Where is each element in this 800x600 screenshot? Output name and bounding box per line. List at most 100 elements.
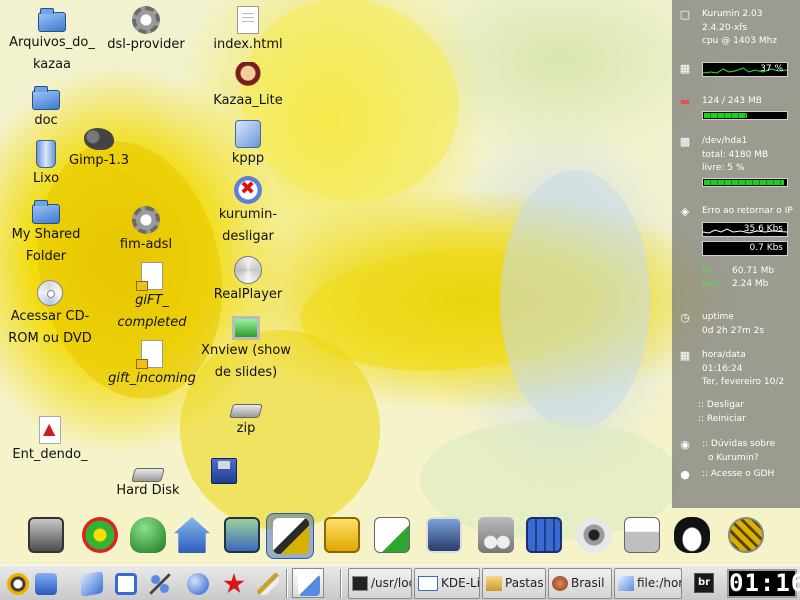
task-button-pastas[interactable]: Pastas (482, 568, 546, 599)
computer-icon (28, 517, 64, 553)
desktop-icon-realplayer[interactable]: RealPlayer (200, 256, 296, 306)
dock-video[interactable] (722, 513, 770, 559)
in-value: 60.71 Mb (732, 265, 775, 276)
kazaa-icon (235, 62, 261, 90)
calculator-icon (526, 517, 562, 553)
settings-icon (224, 517, 260, 553)
help-globe-icon: ◉ (680, 438, 690, 451)
desktop-icon-floppy[interactable] (208, 458, 240, 484)
desktop-icon-xnview[interactable]: Xnview (show de slides) (194, 312, 298, 384)
dock-icq[interactable] (76, 513, 124, 559)
quick-knife-button[interactable] (254, 568, 282, 598)
dock-home[interactable] (168, 513, 216, 559)
reboot-link[interactable]: :: Reiniciar (698, 413, 798, 427)
icon-label: Xnview (show (201, 343, 291, 358)
datetime-label: hora/data (702, 350, 746, 360)
icon-label: Folder (25, 249, 67, 264)
dock-settings[interactable] (218, 513, 266, 559)
dock-computer[interactable] (22, 513, 70, 559)
desktop-icon-acessar-cd[interactable]: Acessar CD- ROM ou DVD (0, 280, 100, 350)
uptime-block: ◷ uptime 0d 2h 27m 2s (678, 311, 798, 338)
quick-monitor-button[interactable] (112, 568, 140, 598)
drive-icon (229, 404, 263, 418)
dock-photo[interactable] (420, 513, 468, 559)
help-link-line2[interactable]: o Kurumin? (708, 452, 798, 466)
icon-label: de slides) (214, 365, 278, 380)
locked-file-icon (136, 340, 163, 369)
memory-bar-fill (704, 112, 747, 118)
icon-label: fim-adsl (119, 237, 173, 252)
dock-printer[interactable] (618, 513, 666, 559)
task-button-brasil[interactable]: Brasil (548, 568, 612, 599)
gdh-link[interactable]: :: Acesse o GDH (702, 468, 798, 482)
dock-calculator[interactable] (520, 513, 568, 559)
taskbar-separator (340, 569, 342, 598)
desktop-icon-dsl-provider[interactable]: dsl-provider (98, 6, 194, 56)
printer-icon (624, 517, 660, 553)
desktop-icon-kazaa-lite[interactable]: Kazaa_Lite (200, 62, 296, 112)
desktop-icon-zip[interactable]: zip (200, 394, 292, 440)
upload-graph: 0.7 Kbs (702, 240, 788, 256)
dock-pen[interactable] (266, 513, 314, 559)
kde-taskbar: /usr/loc KDE-Li Pastas Brasil file:/hor … (0, 565, 800, 600)
star-icon (223, 573, 245, 594)
desktop-icon-hard-disk[interactable]: Hard Disk (106, 458, 190, 498)
icon-label: index.html (213, 37, 283, 52)
desktop-icon-kurumin-desligar[interactable]: kurumin- desligar (196, 176, 300, 248)
realplayer-icon (234, 256, 262, 284)
show-desktop-button[interactable] (32, 568, 60, 598)
file-icon (81, 571, 103, 597)
desktop-icon-entendendo[interactable]: Ent_dendo_ (0, 416, 100, 466)
task-button-terminal[interactable]: /usr/loc (348, 568, 412, 599)
quick-browser-button[interactable] (184, 568, 212, 598)
sound-icon (576, 517, 612, 553)
desktop-icon-lixo[interactable]: Lixo (4, 140, 88, 190)
folder-icon (486, 576, 502, 591)
desktop-icon-index-html[interactable]: index.html (200, 6, 296, 56)
task-label: file:/hor (637, 576, 682, 590)
active-desktop-button[interactable] (292, 568, 324, 598)
ip-error-text: Erro ao retornar o IP (702, 206, 793, 216)
dock-chat[interactable] (124, 513, 172, 559)
icon-label: kppp (231, 151, 265, 166)
quick-star-button[interactable] (220, 568, 248, 598)
cdrom-icon (37, 280, 63, 306)
folder-icon (38, 8, 66, 32)
help-link-line1[interactable]: :: Dúvidas sobre (702, 438, 798, 452)
pen-icon (273, 518, 309, 554)
trash-icon (36, 140, 56, 168)
tux-icon (674, 517, 710, 553)
desktop-icon-gift-completed[interactable]: giFT_ completed (104, 262, 200, 334)
desktop-icon-my-shared-folder[interactable]: My Shared Folder (0, 198, 92, 268)
task-button-kde[interactable]: KDE-Li (414, 568, 480, 599)
cpu-graph: 37 % (702, 62, 788, 77)
dock-notes[interactable] (318, 513, 366, 559)
desktop-icon-gift-incoming[interactable]: gift_incoming (96, 340, 208, 390)
taskbar-clock[interactable]: 01:16 (727, 569, 800, 598)
system-monitor-panel: ▢ Kurumin 2.03 2.4.20-xfs cpu @ 1403 Mhz… (672, 0, 800, 508)
quick-file-button[interactable] (78, 568, 106, 598)
kmenu-button[interactable] (4, 568, 32, 598)
desktop-icon-arquivos-kazaa[interactable]: Arquivos_do_ kazaa (4, 6, 100, 76)
dock-sound[interactable] (570, 513, 618, 559)
network-icon: ◈ (680, 205, 690, 218)
shutdown-link[interactable]: :: Desligar (698, 399, 798, 413)
icon-label: giFT_ (135, 293, 169, 308)
dock-tux[interactable] (668, 513, 716, 559)
dock-music[interactable] (472, 513, 520, 559)
desktop-icon-fim-adsl[interactable]: fim-adsl (104, 206, 188, 256)
icon-label: completed (117, 315, 187, 330)
desktop-icon-kppp[interactable]: kppp (200, 120, 296, 170)
pdf-icon (39, 416, 61, 444)
dock-editor[interactable] (368, 513, 416, 559)
disk-meter: ▩ /dev/hda1 total: 4180 MB livre: 5 % (678, 135, 798, 187)
file-icon (618, 576, 634, 591)
icq-icon (82, 517, 118, 553)
cpu-meter: ▦ 37 % (678, 62, 798, 77)
quick-network-button[interactable] (146, 568, 174, 598)
kmenu-icon (7, 573, 29, 595)
keyboard-layout-indicator[interactable]: br (694, 573, 714, 593)
uptime-label: uptime (702, 312, 734, 322)
gear-icon (132, 206, 160, 234)
task-button-file[interactable]: file:/hor (614, 568, 682, 599)
